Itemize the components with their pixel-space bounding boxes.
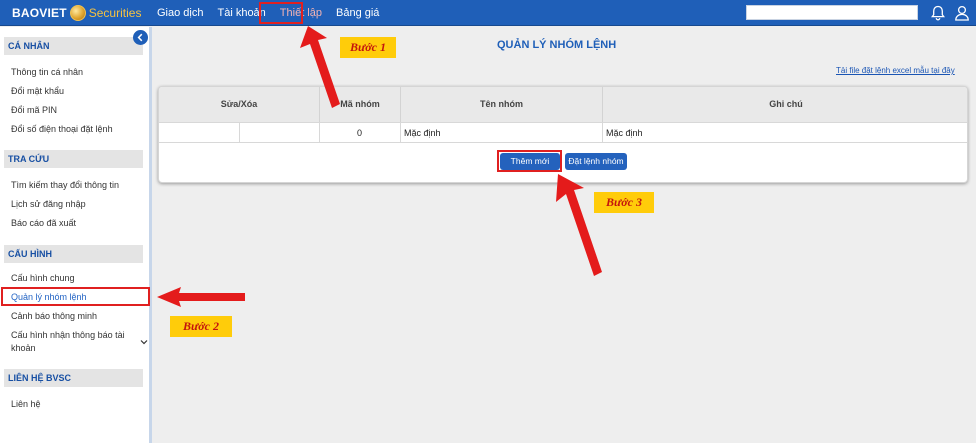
logo-text-baoviet: BAOVIET [12,6,67,20]
sidebar-item-cau-hinh-chung[interactable]: Cấu hình chung [11,273,75,283]
cell-ten-nhom: Mặc định [401,122,603,143]
collapse-sidebar-button[interactable] [133,30,148,45]
logo-text-securities: Securities [88,6,142,20]
sidebar-item-cau-hinh-nhan-thong-bao[interactable]: Cấu hình nhận thông báo tài khoản [11,329,139,355]
step1-label: Bước 1 [340,37,396,58]
group-order-button[interactable]: Đặt lệnh nhóm [565,153,627,170]
sidebar-item-bao-cao-da-xuat[interactable]: Báo cáo đã xuất [11,218,76,228]
column-header-ghi-chu: Ghi chú [603,87,967,122]
sidebar: CÁ NHÂN Thông tin cá nhân Đổi mật khẩu Đ… [0,27,152,443]
main-nav: Giao dịch Tài khoản Thiết lập Bảng giá [150,0,386,26]
nav-tai-khoan[interactable]: Tài khoản [210,0,272,26]
globe-logo-icon [69,5,86,21]
sidebar-item-quan-ly-nhom-lenh[interactable]: Quản lý nhóm lệnh [11,292,87,302]
sidebar-item-lien-he[interactable]: Liên hệ [11,399,41,409]
user-icon[interactable] [953,4,971,22]
page-title: QUẢN LÝ NHÓM LỆNH [497,39,617,51]
nav-giao-dich[interactable]: Giao dịch [150,0,210,26]
chevron-left-icon [137,33,143,42]
sidebar-item-thong-tin-ca-nhan[interactable]: Thông tin cá nhân [11,67,83,77]
nav-bang-gia[interactable]: Bảng giá [329,0,386,26]
sidebar-section-ca-nhan: CÁ NHÂN [4,37,143,55]
sidebar-item-lich-su-dang-nhap[interactable]: Lịch sử đăng nhập [11,199,86,209]
delete-cell[interactable] [240,122,320,143]
column-header-ma-nhom: Mã nhóm [320,87,401,122]
top-navigation-bar: BAOVIET Securities Giao dịch Tài khoản T… [0,0,976,26]
sidebar-item-canh-bao-thong-minh[interactable]: Cảnh báo thông minh [11,311,97,321]
column-header-sua-xoa: Sửa/Xóa [159,87,320,122]
nav-thiet-lap[interactable]: Thiết lập [273,0,329,26]
column-header-ten-nhom: Tên nhóm [401,87,603,122]
sidebar-section-tra-cuu: TRA CỨU [4,150,143,168]
step2-label: Bước 2 [170,316,232,337]
sidebar-section-lien-he: LIÊN HỆ BVSC [4,369,143,387]
edit-cell[interactable] [159,122,240,143]
sidebar-item-doi-ma-pin[interactable]: Đổi mã PIN [11,105,57,115]
sidebar-item-doi-so-dien-thoai[interactable]: Đổi số điện thoại đặt lệnh [11,124,113,134]
sidebar-item-doi-mat-khau[interactable]: Đổi mật khẩu [11,86,64,96]
baoviet-securities-logo[interactable]: BAOVIET Securities [12,4,141,22]
step2-arrow-icon [157,287,245,307]
sidebar-section-cau-hinh: CẤU HÌNH [4,245,143,263]
order-group-table-card: Sửa/Xóa Mã nhóm Tên nhóm Ghi chú 0 Mặc đ… [158,86,968,183]
cell-ghi-chu: Mặc định [603,122,967,143]
search-input[interactable] [746,5,918,20]
sidebar-item-tim-kiem-thay-doi[interactable]: Tìm kiếm thay đổi thông tin [11,180,119,190]
step3-label: Bước 3 [594,192,654,213]
bell-icon[interactable] [929,4,947,22]
chevron-down-icon[interactable] [140,338,148,346]
add-new-button[interactable]: Thêm mới [500,153,560,170]
cell-ma-nhom: 0 [320,122,401,143]
download-excel-template-link[interactable]: Tải file đặt lệnh excel mẫu tại đây [836,66,955,75]
step3-arrow-icon [556,174,602,276]
